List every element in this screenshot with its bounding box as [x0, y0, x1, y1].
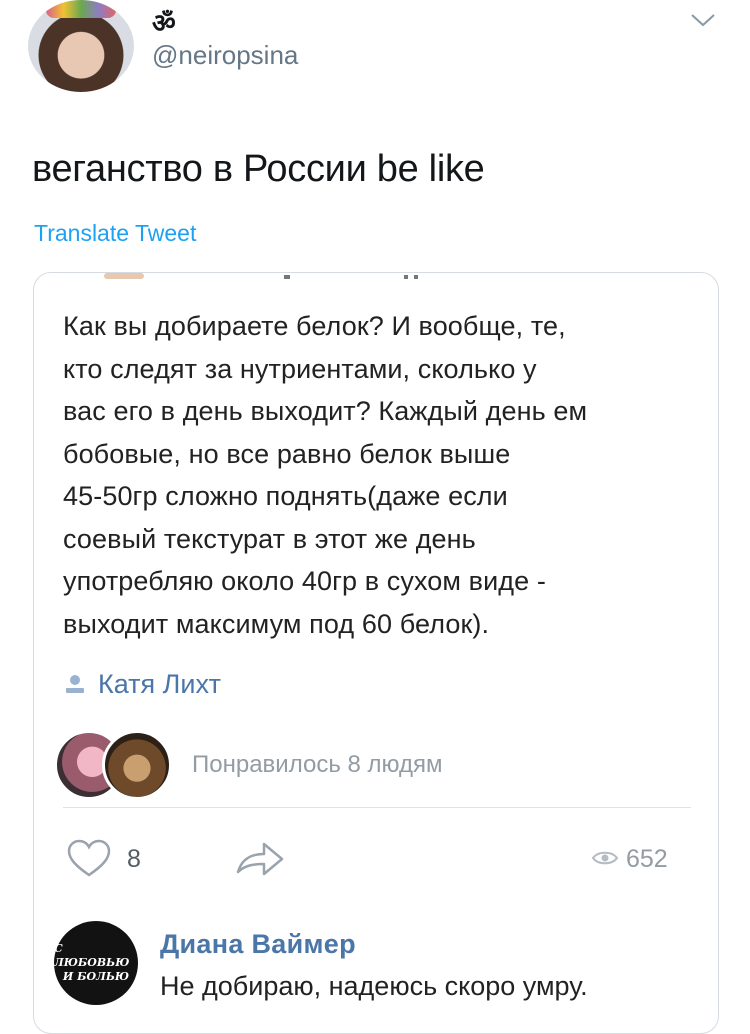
attached-image-card[interactable]: Как вы добираете белок? И вообще, те, кт… — [33, 272, 719, 1034]
cropped-content — [104, 273, 418, 279]
tweet-text: веганство в России be like — [32, 148, 485, 190]
user-handle[interactable]: @neiropsina — [152, 40, 298, 71]
avatar-caption: И БОЛЬЮ — [62, 970, 130, 983]
view-count: 652 — [626, 845, 668, 873]
caret-down-icon[interactable] — [690, 12, 716, 28]
commenter-name[interactable]: Диана Ваймер — [160, 929, 356, 960]
post-body: Как вы добираете белок? И вообще, те, кт… — [63, 311, 588, 639]
person-icon — [66, 675, 84, 693]
commenter-avatar[interactable]: С ЛЮБОВЬЮ И БОЛЬЮ — [54, 921, 138, 1005]
avatar-caption: С ЛЮБОВЬЮ — [54, 942, 130, 969]
comment-text: Не добираю, надеюсь скоро умру. — [160, 971, 588, 1001]
eye-icon — [591, 851, 619, 865]
share-icon[interactable] — [234, 838, 286, 878]
liked-by-text[interactable]: Понравилось 8 людям — [192, 751, 443, 779]
divider — [63, 807, 691, 808]
like-count: 8 — [127, 845, 141, 873]
display-name[interactable]: ॐ — [152, 4, 176, 40]
post-author-row[interactable]: Катя Лихт — [64, 666, 221, 702]
translate-tweet-link[interactable]: Translate Tweet — [34, 220, 196, 247]
post-author-name[interactable]: Катя Лихт — [98, 669, 221, 700]
flower-crown — [46, 0, 116, 18]
liker-avatar[interactable] — [102, 730, 172, 800]
likers-avatars[interactable] — [54, 728, 174, 800]
user-avatar[interactable] — [28, 0, 134, 92]
heart-icon[interactable] — [66, 838, 112, 878]
